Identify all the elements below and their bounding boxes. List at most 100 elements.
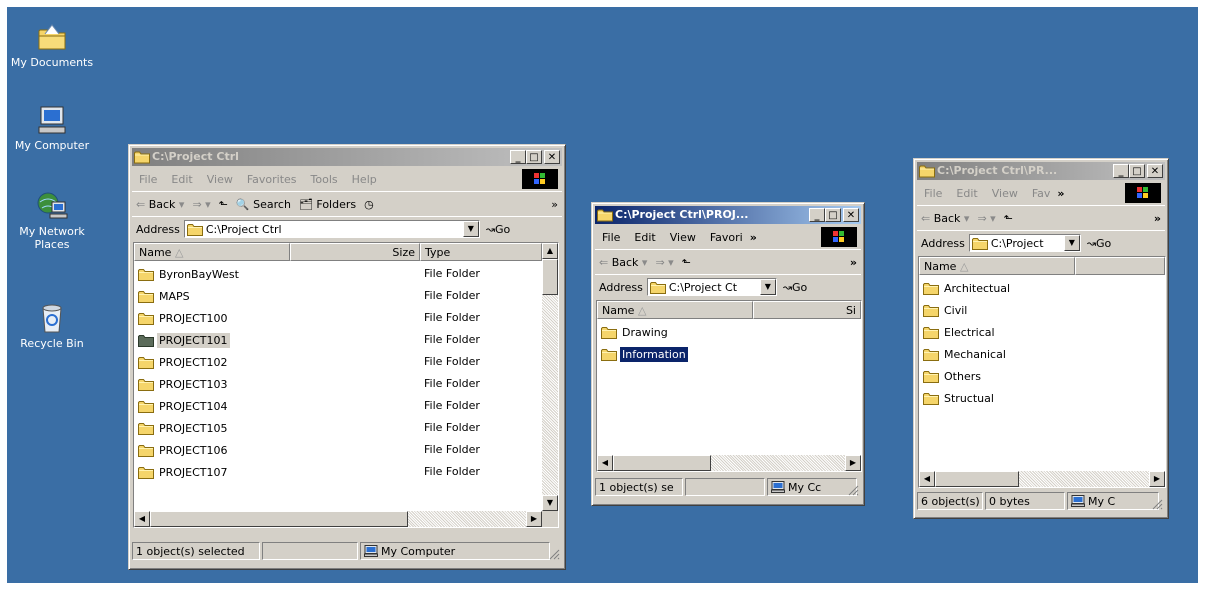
list-item[interactable]: Civil <box>923 299 969 321</box>
menu-view[interactable]: View <box>985 187 1025 200</box>
menu-overflow-chevron[interactable]: » <box>750 231 757 244</box>
minimize-button[interactable]: _ <box>809 208 825 222</box>
back-button[interactable]: ⇐ Back ▾ <box>917 212 973 225</box>
menu-favorites[interactable]: Favori <box>703 231 750 244</box>
list-item[interactable]: PROJECT101 <box>138 329 230 351</box>
forward-button[interactable]: ⇒ ▾ <box>973 212 999 225</box>
address-input[interactable]: C:\Project ▼ <box>968 234 1081 252</box>
toolbar-overflow-chevron[interactable]: » <box>846 256 861 269</box>
menu-file[interactable]: File <box>132 173 164 186</box>
column-name[interactable]: Name △ <box>919 257 1075 275</box>
up-folder-icon[interactable]: ⬑ <box>215 198 232 211</box>
column-size[interactable]: Size <box>290 243 420 261</box>
list-item[interactable]: PROJECT106 <box>138 439 230 461</box>
address-input[interactable]: C:\Project Ctrl ▼ <box>183 220 480 238</box>
list-item[interactable]: PROJECT107 <box>138 461 230 483</box>
resize-grip-icon[interactable] <box>847 484 859 496</box>
scroll-thumb[interactable] <box>935 471 1019 487</box>
column-size[interactable] <box>1075 257 1165 275</box>
scroll-left-button[interactable]: ◀ <box>597 455 613 471</box>
desktop-icon-my-computer[interactable]: My Computer <box>7 104 100 152</box>
resize-grip-icon[interactable] <box>1151 498 1163 510</box>
go-button[interactable]: ↝Go <box>1081 237 1111 250</box>
address-input[interactable]: C:\Project Ct ▼ <box>646 278 777 296</box>
desktop-icon-recycle-bin[interactable]: Recycle Bin <box>7 302 100 350</box>
column-type[interactable]: Type <box>420 243 542 261</box>
menu-file[interactable]: File <box>595 231 627 244</box>
list-item[interactable]: MAPS <box>138 285 192 307</box>
desktop-icon-network-places[interactable]: My Network Places <box>7 190 100 251</box>
maximize-button[interactable]: □ <box>825 208 841 222</box>
file-list[interactable]: Name △ Size Type ByronBayWest File Folder… <box>133 242 559 528</box>
title-bar[interactable]: C:\Project Ctrl\PR... _ □ ✕ <box>917 162 1165 180</box>
forward-button[interactable]: ⇒ ▾ <box>651 256 677 269</box>
up-folder-icon[interactable]: ⬑ <box>1000 212 1017 225</box>
up-folder-icon[interactable]: ⬑ <box>678 256 695 269</box>
folders-button[interactable]: 🗂 Folders <box>295 198 360 211</box>
menu-file[interactable]: File <box>917 187 949 200</box>
list-item[interactable]: ByronBayWest <box>138 263 241 285</box>
go-button[interactable]: ↝Go <box>480 223 510 236</box>
forward-button[interactable]: ⇒ ▾ <box>188 198 214 211</box>
horizontal-scrollbar[interactable]: ◀ ▶ <box>597 455 861 471</box>
horizontal-scrollbar[interactable]: ◀ ▶ <box>134 511 542 527</box>
menu-edit[interactable]: Edit <box>164 173 199 186</box>
scroll-right-button[interactable]: ▶ <box>526 511 542 527</box>
horizontal-scrollbar[interactable]: ◀ ▶ <box>919 471 1165 487</box>
list-item[interactable]: Others <box>923 365 983 387</box>
address-dropdown-button[interactable]: ▼ <box>1063 235 1080 251</box>
scroll-down-button[interactable]: ▼ <box>542 495 558 511</box>
menu-favorites[interactable]: Fav <box>1025 187 1058 200</box>
title-bar[interactable]: C:\Project Ctrl\PROJ... _ □ ✕ <box>595 206 861 224</box>
list-item[interactable]: Structual <box>923 387 996 409</box>
close-button[interactable]: ✕ <box>843 208 859 222</box>
menu-help[interactable]: Help <box>345 173 384 186</box>
go-button[interactable]: ↝Go <box>777 281 807 294</box>
minimize-button[interactable]: _ <box>1113 164 1129 178</box>
column-size[interactable]: Si <box>753 301 861 319</box>
explorer-window-project-sub[interactable]: C:\Project Ctrl\PROJ... _ □ ✕ File Edit … <box>591 202 865 506</box>
history-icon[interactable]: ◷ <box>360 198 378 211</box>
address-dropdown-button[interactable]: ▼ <box>759 279 776 295</box>
scroll-right-button[interactable]: ▶ <box>845 455 861 471</box>
minimize-button[interactable]: _ <box>510 150 526 164</box>
address-dropdown-button[interactable]: ▼ <box>462 221 479 237</box>
toolbar-overflow-chevron[interactable]: » <box>1150 212 1165 225</box>
list-item[interactable]: PROJECT102 <box>138 351 230 373</box>
scroll-thumb[interactable] <box>613 455 711 471</box>
resize-grip-icon[interactable] <box>548 548 560 560</box>
list-item[interactable]: Architectual <box>923 277 1012 299</box>
column-name[interactable]: Name △ <box>597 301 753 319</box>
vertical-scrollbar[interactable]: ▲ ▼ <box>542 243 558 511</box>
menu-tools[interactable]: Tools <box>304 173 345 186</box>
close-button[interactable]: ✕ <box>544 150 560 164</box>
column-name[interactable]: Name △ <box>134 243 290 261</box>
search-button[interactable]: 🔍 Search <box>232 198 295 211</box>
list-item[interactable]: PROJECT100 <box>138 307 230 329</box>
scroll-left-button[interactable]: ◀ <box>919 471 935 487</box>
scroll-thumb[interactable] <box>150 511 408 527</box>
list-item[interactable]: Electrical <box>923 321 997 343</box>
file-list[interactable]: Name △ Si Drawing Information ◀ ▶ <box>596 300 862 472</box>
list-item[interactable]: PROJECT105 <box>138 417 230 439</box>
scroll-thumb[interactable] <box>542 259 558 295</box>
menu-view[interactable]: View <box>663 231 703 244</box>
desktop-icon-my-documents[interactable]: My Documents <box>7 21 100 69</box>
title-bar[interactable]: C:\Project Ctrl _ □ ✕ <box>132 148 562 166</box>
explorer-window-project-ctrl[interactable]: C:\Project Ctrl _ □ ✕ File Edit View Fav… <box>128 144 566 570</box>
menu-overflow-chevron[interactable]: » <box>1057 187 1064 200</box>
toolbar-overflow-chevron[interactable]: » <box>547 198 562 211</box>
scroll-right-button[interactable]: ▶ <box>1149 471 1165 487</box>
list-item[interactable]: PROJECT103 <box>138 373 230 395</box>
list-item[interactable]: PROJECT104 <box>138 395 230 417</box>
menu-edit[interactable]: Edit <box>949 187 984 200</box>
explorer-window-project-disciplines[interactable]: C:\Project Ctrl\PR... _ □ ✕ File Edit Vi… <box>913 158 1169 519</box>
file-list[interactable]: Name △ Architectual Civil Electrical Mechan… <box>918 256 1166 488</box>
maximize-button[interactable]: □ <box>526 150 542 164</box>
list-item[interactable]: Information <box>601 343 689 365</box>
menu-view[interactable]: View <box>200 173 240 186</box>
close-button[interactable]: ✕ <box>1147 164 1163 178</box>
back-button[interactable]: ⇐ Back ▾ <box>595 256 651 269</box>
menu-edit[interactable]: Edit <box>627 231 662 244</box>
maximize-button[interactable]: □ <box>1129 164 1145 178</box>
